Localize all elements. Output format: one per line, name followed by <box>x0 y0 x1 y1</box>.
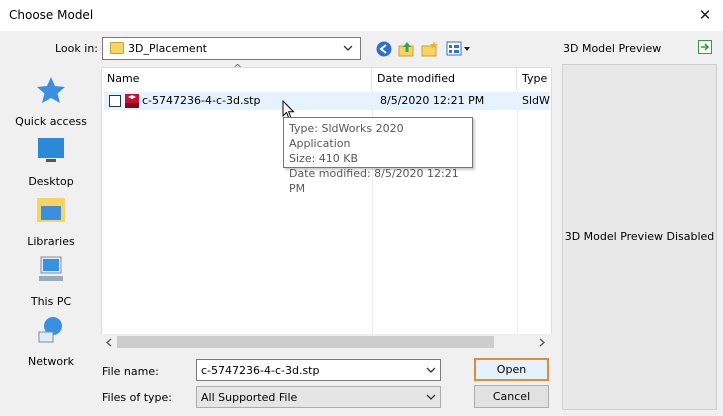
back-icon[interactable] <box>375 40 393 58</box>
close-icon[interactable]: ✕ <box>694 5 716 27</box>
title-bar: Choose Model ✕ <box>0 0 723 31</box>
expand-preview-icon[interactable] <box>698 40 712 54</box>
place-label: Libraries <box>27 235 75 248</box>
look-in-label: Look in: <box>55 42 98 55</box>
row-checkbox[interactable] <box>109 95 121 107</box>
folder-icon <box>110 42 124 54</box>
place-network[interactable]: Network <box>6 316 96 374</box>
file-type-cell: SldW <box>522 94 550 107</box>
scrollbar-thumb[interactable] <box>117 336 494 348</box>
file-type-label: Files of type: <box>102 391 173 404</box>
file-date-cell: 8/5/2020 12:21 PM <box>380 94 485 107</box>
place-label: Quick access <box>15 115 87 128</box>
scroll-left-icon[interactable] <box>105 338 112 347</box>
place-quick-access[interactable]: Quick access <box>6 76 96 134</box>
chevron-down-icon[interactable] <box>426 367 436 374</box>
place-label: This PC <box>30 295 72 308</box>
file-list[interactable]: ^ Name Date modified Type c-5747236-4-c-… <box>101 62 552 350</box>
new-folder-icon[interactable] <box>421 40 439 58</box>
horizontal-scrollbar[interactable] <box>101 334 552 350</box>
look-in-combo[interactable]: 3D_Placement <box>102 37 361 60</box>
chevron-down-icon <box>426 394 436 400</box>
file-name-label: File name: <box>102 365 159 378</box>
column-header-name[interactable]: Name <box>102 68 372 90</box>
cancel-button[interactable]: Cancel <box>474 385 549 408</box>
file-name-value: c-5747236-4-c-3d.stp <box>201 364 320 377</box>
places-bar: Quick access Desktop Libraries This PC N… <box>6 66 96 368</box>
place-desktop[interactable]: Desktop <box>6 136 96 194</box>
place-libraries[interactable]: Libraries <box>6 196 96 254</box>
tooltip-type: Type: SldWorks 2020 Application <box>289 122 404 150</box>
file-type-value: All Supported File <box>201 391 298 404</box>
star-icon <box>37 77 65 103</box>
column-header-date[interactable]: Date modified <box>372 68 517 90</box>
libraries-icon <box>37 198 65 222</box>
column-header-type[interactable]: Type <box>517 68 551 90</box>
window-title: Choose Model <box>9 8 94 22</box>
computer-icon <box>39 256 63 281</box>
file-name-input[interactable]: c-5747236-4-c-3d.stp <box>196 359 441 381</box>
file-name-cell[interactable]: c-5747236-4-c-3d.stp <box>142 94 260 107</box>
view-menu-icon[interactable] <box>446 40 472 58</box>
column-divider <box>517 90 518 335</box>
chevron-down-icon <box>343 45 353 51</box>
preview-disabled-text: 3D Model Preview Disabled <box>564 230 715 243</box>
file-type-select[interactable]: All Supported File <box>196 386 441 408</box>
scroll-right-icon[interactable] <box>539 338 546 347</box>
preview-title: 3D Model Preview <box>563 42 662 55</box>
network-icon <box>38 317 62 343</box>
file-info-tooltip: Type: SldWorks 2020 Application Size: 41… <box>283 117 473 195</box>
place-label: Network <box>28 355 74 368</box>
desktop-icon <box>38 138 64 162</box>
open-button[interactable]: Open <box>474 358 549 381</box>
place-this-pc[interactable]: This PC <box>6 256 96 314</box>
look-in-value: 3D_Placement <box>128 42 207 55</box>
solidworks-file-icon <box>125 94 139 108</box>
tooltip-date: Date modified: 8/5/2020 12:21 PM <box>289 167 459 195</box>
tooltip-size: Size: 410 KB <box>289 152 359 165</box>
up-folder-icon[interactable] <box>398 40 416 58</box>
preview-pane: 3D Model Preview Disabled <box>562 64 717 410</box>
place-label: Desktop <box>28 175 74 188</box>
